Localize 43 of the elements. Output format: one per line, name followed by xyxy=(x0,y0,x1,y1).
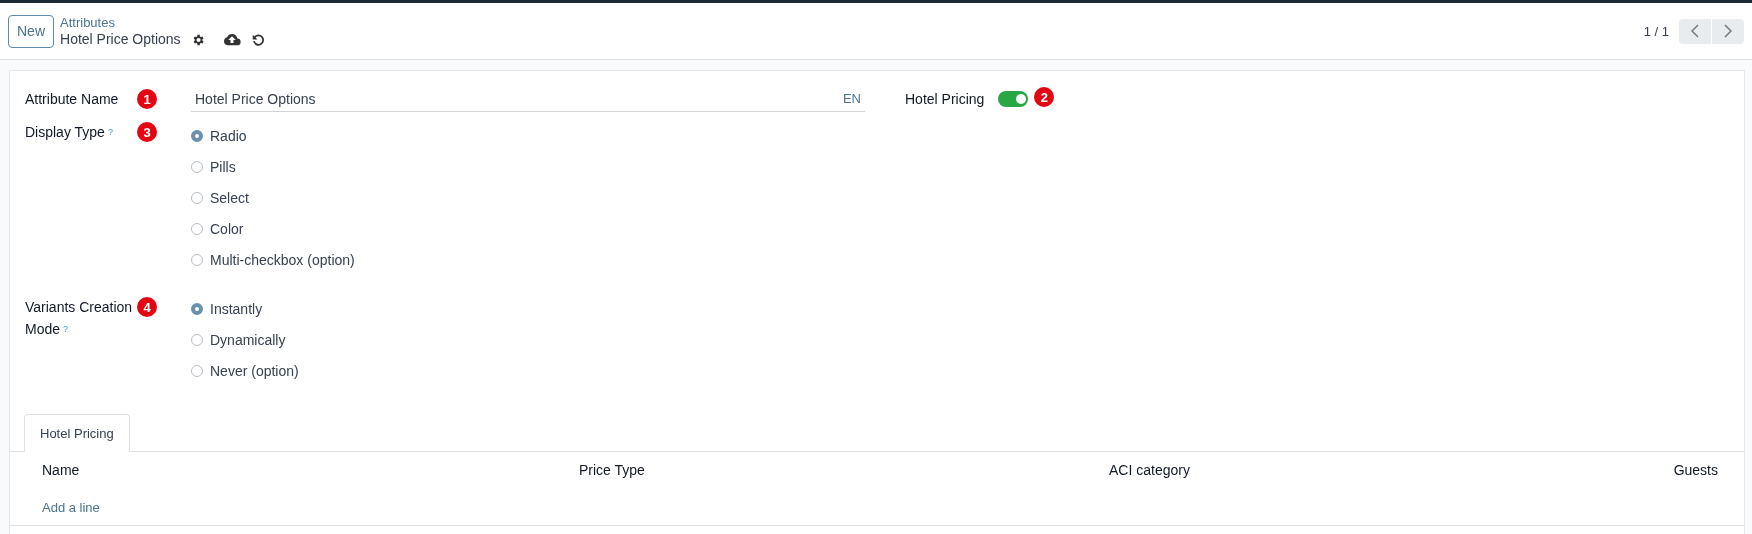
radio-option[interactable]: Multi-checkbox (option) xyxy=(191,244,875,275)
radio-icon[interactable] xyxy=(191,191,203,204)
radio-option[interactable]: Select xyxy=(191,182,875,213)
marker-badge: 1 xyxy=(137,89,157,109)
pager-counter: 1 / 1 xyxy=(1643,23,1669,39)
toggle-switch[interactable] xyxy=(998,91,1029,107)
radio-icon[interactable] xyxy=(191,129,203,142)
radio-icon[interactable] xyxy=(191,333,203,346)
language-button[interactable]: EN xyxy=(842,91,861,107)
field-label: Variants Creation Mode $^{?}$ xyxy=(25,298,134,339)
radio-icon[interactable] xyxy=(191,160,203,173)
chevron-right-icon xyxy=(1724,24,1732,38)
radio-option[interactable]: Dynamically xyxy=(191,324,875,355)
breadcrumb-link[interactable]: Attributes xyxy=(60,14,265,31)
radio-icon[interactable] xyxy=(191,364,203,377)
add-line-link[interactable]: Add a line xyxy=(42,488,100,525)
column-header: Name xyxy=(42,462,81,480)
undo-icon[interactable] xyxy=(250,32,265,47)
radio-option[interactable]: Never (option) xyxy=(191,355,875,386)
marker-badge: 2 xyxy=(1034,87,1055,107)
radio-icon[interactable] xyxy=(191,222,203,235)
chevron-left-icon xyxy=(1691,24,1699,38)
radio-option[interactable]: Radio xyxy=(191,120,875,151)
name-field[interactable]: Hotel Price Options EN xyxy=(191,85,865,112)
column-header: Guests xyxy=(1673,462,1718,480)
marker-badge: 4 xyxy=(137,297,157,317)
new-button[interactable]: New xyxy=(8,14,54,48)
cloud-upload-icon[interactable] xyxy=(222,32,241,47)
radio-option[interactable]: Pills xyxy=(191,151,875,182)
previous-button[interactable] xyxy=(1679,18,1711,44)
record-title: Hotel Price Options xyxy=(60,31,181,48)
radio-option[interactable]: Color xyxy=(191,213,875,244)
field-label: Attribute Name xyxy=(25,90,120,109)
marker-badge: 3 xyxy=(137,122,157,142)
column-header: ACI category xyxy=(1109,462,1191,480)
tab[interactable]: Hotel Pricing xyxy=(24,414,130,452)
field-label: Hotel Pricing xyxy=(905,91,985,107)
radio-icon[interactable] xyxy=(191,253,203,266)
radio-icon[interactable] xyxy=(191,302,203,315)
column-header: Price Type xyxy=(579,462,646,480)
next-button[interactable] xyxy=(1712,18,1744,44)
radio-option[interactable]: Instantly xyxy=(191,293,875,324)
field-label: Display Type $^{?}$ xyxy=(25,123,114,142)
